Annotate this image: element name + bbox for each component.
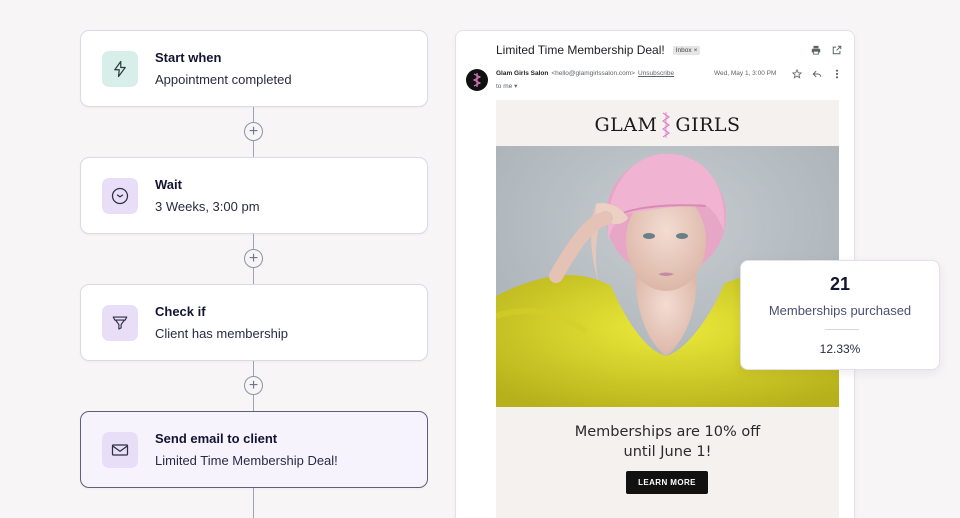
clock-icon <box>102 177 138 214</box>
email-top-actions <box>810 44 842 55</box>
chevron-down-icon[interactable]: ▾ <box>514 83 517 90</box>
plus-icon: + <box>248 376 259 394</box>
sender-line: Glam Girls Salon <hello@glamgirlssalon.co… <box>496 70 674 77</box>
memberships-stat-card: 21 Memberships purchased 12.33% <box>740 260 940 370</box>
step-card-send-email[interactable]: Send email to client Limited Time Member… <box>80 411 428 488</box>
sender-email: <hello@glamgirlssalon.com> <box>551 70 635 77</box>
recipient-line[interactable]: to me ▾ <box>496 82 517 90</box>
lightning-icon <box>102 50 138 87</box>
reply-icon[interactable] <box>811 68 822 79</box>
step-card-trigger[interactable]: Start when Appointment completed <box>80 30 428 107</box>
promo-line-2: until June 1! <box>623 444 712 460</box>
inbox-badge-label: Inbox <box>675 46 692 54</box>
star-icon[interactable] <box>791 68 802 79</box>
add-step-button[interactable]: + <box>244 376 263 395</box>
stat-percent: 12.33% <box>819 342 861 356</box>
step-subtitle: 3 Weeks, 3:00 pm <box>155 199 260 214</box>
add-step-button[interactable]: + <box>244 122 263 141</box>
email-subject-row: Limited Time Membership Deal! Inbox × <box>496 43 701 57</box>
unsubscribe-link[interactable]: Unsubscribe <box>638 70 674 77</box>
plus-icon: + <box>248 122 259 140</box>
add-step-button[interactable]: + <box>244 249 263 268</box>
brand-logo-left: GLAM <box>594 114 658 136</box>
step-title: Start when <box>155 50 222 65</box>
sender-avatar <box>466 69 488 91</box>
open-in-new-icon[interactable] <box>831 44 842 55</box>
brand-logo: GLAM GIRLS <box>496 112 839 138</box>
step-subtitle: Client has membership <box>155 326 288 341</box>
step-title: Send email to client <box>155 431 278 446</box>
email-date: Wed, May 1, 3:00 PM <box>714 70 777 77</box>
print-icon[interactable] <box>810 44 821 55</box>
step-title: Wait <box>155 177 182 192</box>
sender-name: Glam Girls Salon <box>496 70 549 77</box>
funnel-icon <box>102 304 138 341</box>
brand-mark-icon <box>662 112 671 138</box>
recipient-label: to me <box>496 83 513 90</box>
step-subtitle: Appointment completed <box>155 72 292 87</box>
email-subject: Limited Time Membership Deal! <box>496 43 665 57</box>
step-card-wait[interactable]: Wait 3 Weeks, 3:00 pm <box>80 157 428 234</box>
promo-text: Memberships are 10% off until June 1! <box>496 422 839 462</box>
more-vertical-icon[interactable] <box>831 68 842 79</box>
inbox-badge[interactable]: Inbox × <box>672 45 701 55</box>
stat-value: 21 <box>829 274 851 294</box>
step-title: Check if <box>155 304 206 319</box>
learn-more-button[interactable]: LEARN MORE <box>626 471 708 494</box>
connector-line <box>253 488 254 518</box>
step-card-condition[interactable]: Check if Client has membership <box>80 284 428 361</box>
message-actions <box>791 68 842 79</box>
step-subtitle: Limited Time Membership Deal! <box>155 453 338 468</box>
brand-logo-right: GIRLS <box>675 114 741 136</box>
divider <box>825 329 859 330</box>
plus-icon: + <box>248 249 259 267</box>
stat-label: Memberships purchased <box>768 303 912 318</box>
promo-line-1: Memberships are 10% off <box>574 424 761 440</box>
close-icon[interactable]: × <box>694 47 698 54</box>
envelope-icon <box>102 431 138 468</box>
